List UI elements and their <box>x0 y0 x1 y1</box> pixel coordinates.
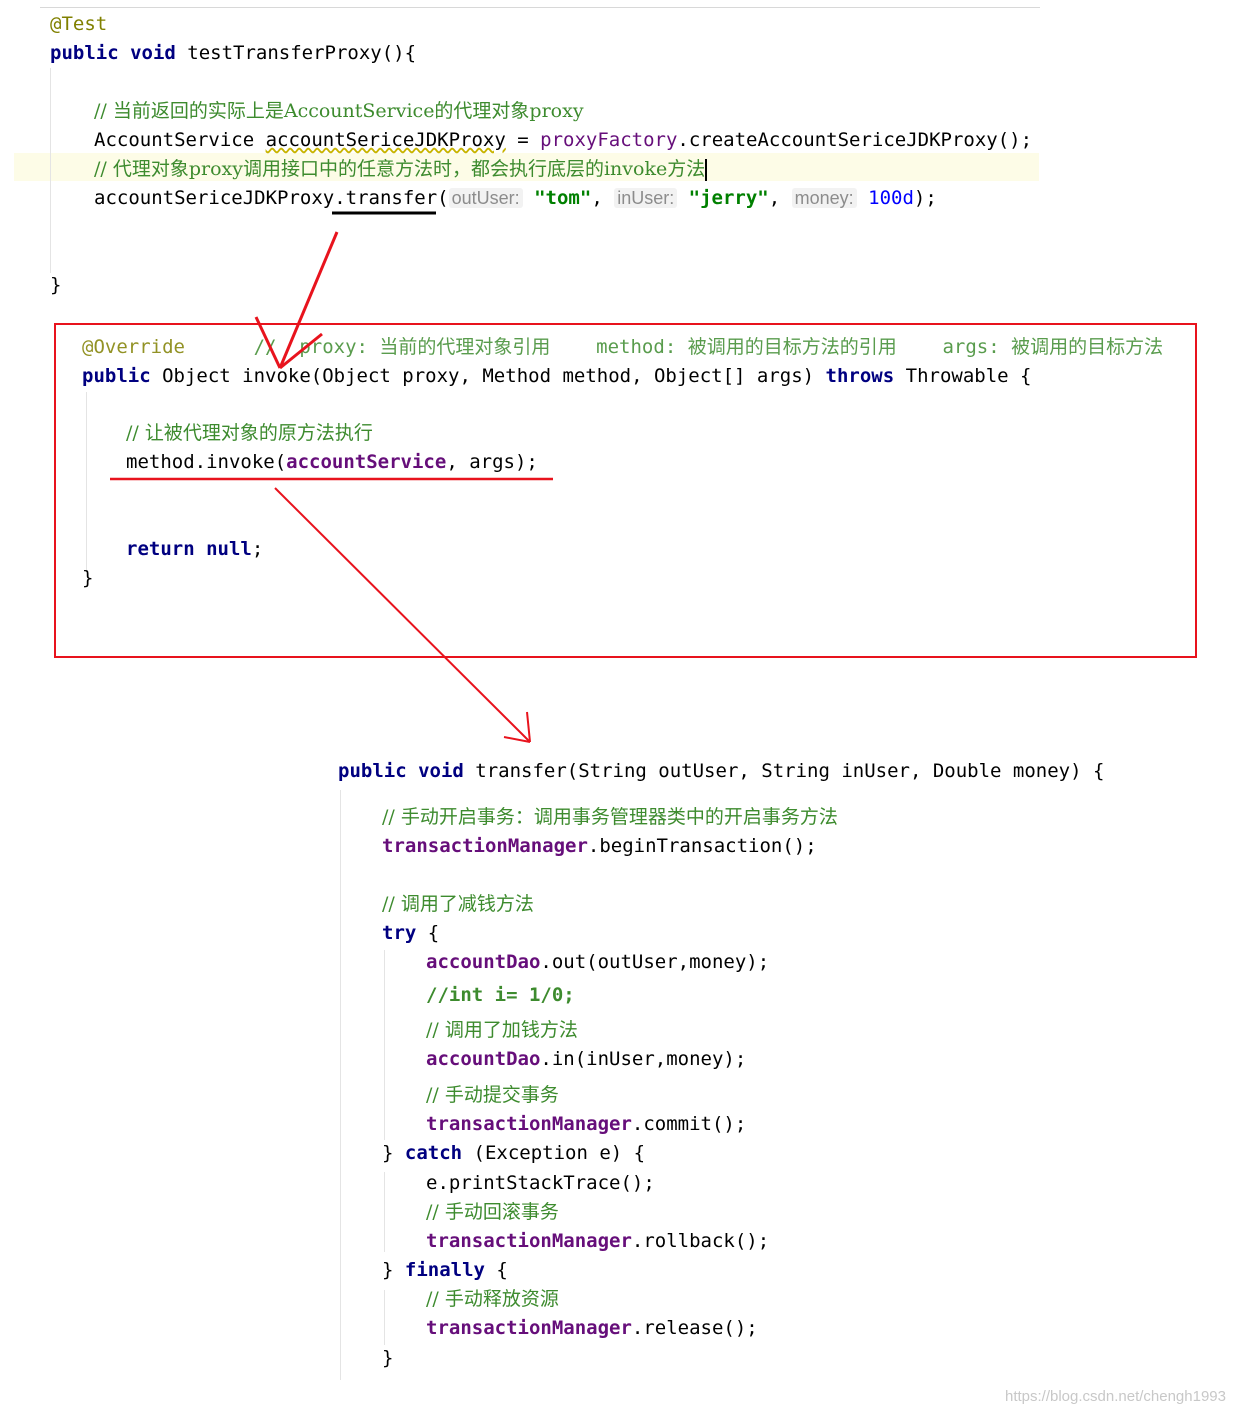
arrow-head-up <box>526 711 531 743</box>
watermark: https://blog.csdn.net/chengh1993 <box>1004 1388 1226 1405</box>
arrow-to-invoke <box>278 231 339 369</box>
annotation-overlay <box>110 211 553 743</box>
arrow-to-transfer <box>274 487 531 743</box>
arrow-head-left <box>254 316 282 369</box>
